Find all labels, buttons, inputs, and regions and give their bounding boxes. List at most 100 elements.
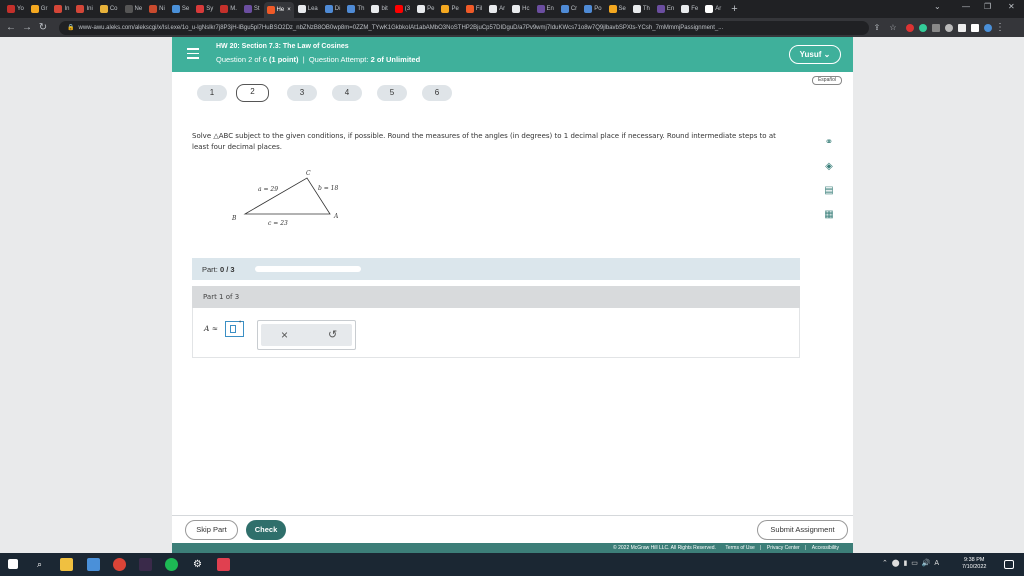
settings-gear-icon[interactable]: ⚙ <box>191 558 204 571</box>
maximize-icon[interactable]: ❐ <box>984 2 991 11</box>
browser-tab[interactable]: bit <box>368 2 390 16</box>
minimize-icon[interactable]: — <box>962 2 970 11</box>
tab-favicon-icon <box>465 5 474 13</box>
app-icon[interactable] <box>217 558 230 571</box>
submit-assignment-button[interactable]: Submit Assignment <box>757 520 848 540</box>
browser-tab[interactable]: Co <box>97 2 121 16</box>
browser-tab[interactable]: Se <box>606 2 629 16</box>
tab-favicon-icon <box>489 5 498 13</box>
tab-label: Se <box>618 6 626 12</box>
question-nav-6[interactable]: 6 <box>422 85 452 101</box>
search-icon[interactable]: ⌕ <box>33 558 46 571</box>
app-icon[interactable] <box>87 558 100 571</box>
spotify-icon[interactable] <box>165 558 178 571</box>
tab-label: En <box>666 6 675 12</box>
calculator-icon[interactable]: ▦ <box>822 208 836 222</box>
browser-tab[interactable]: Ar <box>702 2 724 16</box>
close-window-icon[interactable]: ✕ <box>1008 2 1015 11</box>
extension-icon[interactable] <box>945 23 953 32</box>
ebook-icon[interactable]: ▤ <box>822 184 836 198</box>
tab-label: Se <box>181 6 190 12</box>
browser-tab[interactable]: Ini <box>73 2 95 16</box>
browser-tab[interactable]: Po <box>581 2 604 16</box>
sidebar-icon[interactable] <box>971 23 979 32</box>
answer-cursor-box[interactable] <box>230 325 236 333</box>
browser-tab[interactable]: St <box>241 2 263 16</box>
question-nav-1[interactable]: 1 <box>197 85 227 101</box>
browser-tab[interactable]: En <box>654 2 677 16</box>
tab-favicon-icon <box>681 5 690 13</box>
chrome-icon[interactable] <box>113 558 126 571</box>
browser-tab[interactable]: Sy <box>193 2 216 16</box>
question-nav-4[interactable]: 4 <box>332 85 362 101</box>
terms-link[interactable]: Terms of Use <box>725 545 754 551</box>
notifications-icon[interactable] <box>1004 560 1014 569</box>
browser-tab[interactable]: (3 <box>392 2 413 16</box>
browser-tab[interactable]: Fil <box>463 2 485 16</box>
browser-menu-icon[interactable]: ⋮ <box>992 22 1008 33</box>
browser-tab[interactable]: M. <box>217 2 240 16</box>
question-nav-2[interactable]: 2 <box>236 84 269 102</box>
browser-tab[interactable]: Yo <box>4 2 27 16</box>
browser-tab[interactable]: In <box>51 2 72 16</box>
extension-icon[interactable] <box>919 23 927 32</box>
browser-tab[interactable]: Fe <box>678 2 701 16</box>
forward-icon[interactable]: → <box>19 22 35 33</box>
new-tab-icon[interactable]: + <box>731 3 737 15</box>
browser-tab[interactable]: Ni <box>146 2 168 16</box>
user-menu-button[interactable]: Yusuf ⌄ <box>789 45 841 64</box>
app-icon[interactable] <box>139 558 152 571</box>
browser-tab[interactable]: Ne <box>122 2 146 16</box>
question-nav-5[interactable]: 5 <box>377 85 407 101</box>
system-tray[interactable]: ⌃ ⬤ ▮ ▭ 🔊 A <box>882 559 939 567</box>
browser-tab[interactable]: En <box>534 2 557 16</box>
browser-tab[interactable]: Hc <box>509 2 532 16</box>
profile-avatar[interactable] <box>984 23 992 32</box>
tab-label: M. <box>230 6 237 12</box>
link-icon[interactable]: ⚭ <box>822 136 836 150</box>
browser-tab[interactable]: Pe <box>414 2 437 16</box>
angle-a-input[interactable]: ° <box>225 321 244 337</box>
bookmark-star-icon[interactable]: ☆ <box>885 23 901 32</box>
extension-icon[interactable] <box>906 23 914 32</box>
extensions-puzzle-icon[interactable] <box>958 23 966 32</box>
browser-tab[interactable]: He × <box>263 2 294 18</box>
browser-tab[interactable]: Th <box>344 2 367 16</box>
undo-icon[interactable]: ↺ <box>328 328 337 341</box>
language-toggle[interactable]: Español <box>812 76 842 85</box>
browser-tab-strip: Yo Gr In Ini Co Ne Ni Se Sy M. St He × Lea Di Th bit (3 P… <box>0 0 1024 18</box>
tab-label: Ar <box>715 6 722 12</box>
browser-tab[interactable]: Gr <box>28 2 51 16</box>
browser-tab[interactable]: Pe <box>438 2 461 16</box>
tab-label: Pe <box>427 6 435 12</box>
skip-part-button[interactable]: Skip Part <box>185 520 238 540</box>
file-explorer-icon[interactable] <box>60 558 73 571</box>
question-number: Question 2 of 6 <box>216 55 267 64</box>
tab-label: Th <box>357 6 365 12</box>
windows-start-icon[interactable] <box>8 559 18 569</box>
back-icon[interactable]: ← <box>3 22 19 33</box>
browser-tab[interactable]: Th <box>630 2 653 16</box>
browser-tab[interactable]: Lea <box>295 2 321 16</box>
privacy-link[interactable]: Privacy Center <box>767 545 800 551</box>
tab-search-icon[interactable]: ⌄ <box>934 2 941 11</box>
check-button[interactable]: Check <box>246 520 286 540</box>
browser-tab[interactable]: Cr <box>558 2 580 16</box>
hamburger-menu-icon[interactable] <box>187 48 199 60</box>
extension-icon[interactable] <box>932 23 940 32</box>
browser-tab[interactable]: Di <box>322 2 344 16</box>
share-icon[interactable]: ⇪ <box>869 23 885 32</box>
question-help-icon[interactable]: ◈ <box>822 160 836 174</box>
tab-favicon-icon <box>584 5 593 13</box>
url-field[interactable]: 🔒 www-awu.aleks.com/alekscgi/x/Isl.exe/1o… <box>59 20 869 35</box>
tab-favicon-icon <box>394 5 403 13</box>
clock[interactable]: 9:38 PM 7/10/2022 <box>962 557 986 571</box>
clear-icon[interactable]: × <box>281 328 288 342</box>
question-points: (1 point) <box>268 55 299 64</box>
reload-icon[interactable]: ↻ <box>35 22 51 33</box>
close-tab-icon[interactable]: × <box>287 7 291 13</box>
browser-tab[interactable]: Ar <box>486 2 508 16</box>
question-nav-3[interactable]: 3 <box>287 85 317 101</box>
accessibility-link[interactable]: Accessibility <box>812 545 839 551</box>
browser-tab[interactable]: Se <box>169 2 192 16</box>
